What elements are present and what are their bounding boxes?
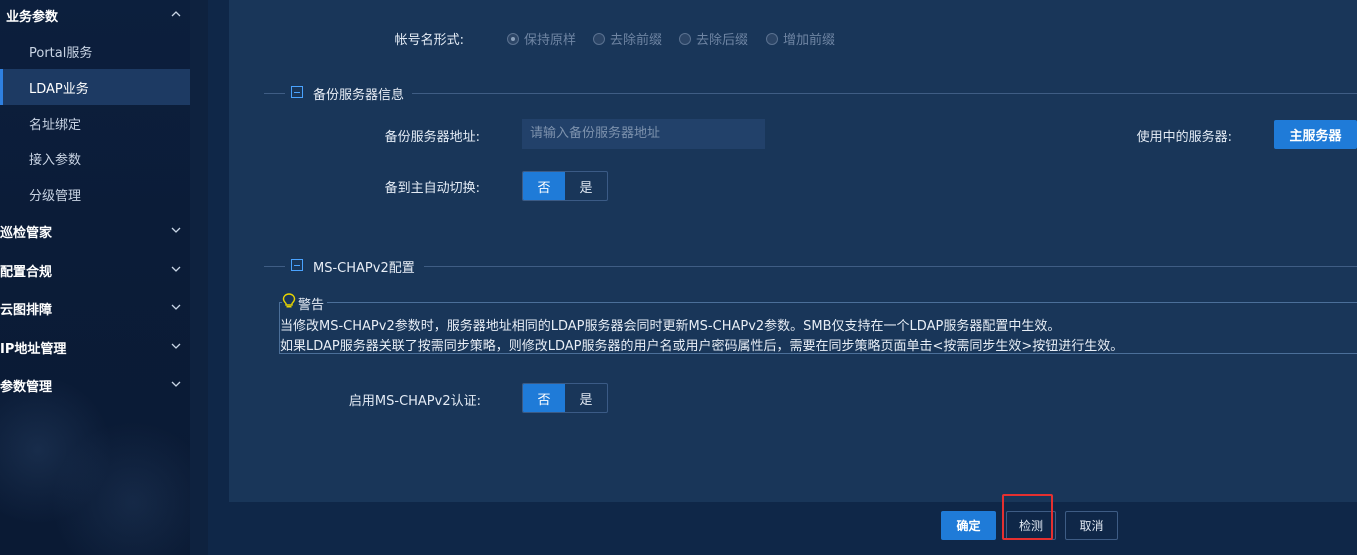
warning-line-1: 当修改MS-CHAPv2参数时，服务器地址相同的LDAP服务器会同时更新MS-C… [280, 319, 1061, 334]
divider [264, 93, 285, 94]
auto-switch-yes[interactable]: 是 [565, 172, 607, 200]
warning-title: 警告 [298, 297, 325, 313]
highlight-box [1002, 494, 1053, 540]
sidebar-item-label: 名址绑定 [29, 117, 82, 133]
radio-circle [593, 32, 605, 45]
divider [412, 93, 1357, 94]
lightbulb-icon [282, 293, 296, 313]
warning-header: 警告 [282, 293, 328, 313]
divider [264, 266, 285, 267]
auto-switch-no[interactable]: 否 [523, 172, 565, 200]
chevron-down-icon [170, 263, 182, 275]
sidebar-group-label: 巡检管家 [0, 225, 53, 241]
section-title: 备份服务器信息 [313, 88, 405, 103]
sidebar-group-param-management[interactable]: 参数管理 [0, 367, 190, 403]
mschap-enable-yes[interactable]: 是 [565, 384, 607, 412]
sidebar-group-cloud-troubleshoot[interactable]: 云图排障 [0, 290, 190, 326]
mschap-enable-label: 启用MS-CHAPv2认证: [348, 394, 481, 409]
auto-switch-label: 备到主自动切换: [384, 181, 480, 196]
backup-address-label: 备份服务器地址: [384, 130, 480, 145]
chevron-down-icon [170, 340, 182, 352]
sidebar-group-label: IP地址管理 [0, 341, 67, 357]
sidebar-group-config-compliance[interactable]: 配置合规 [0, 252, 190, 288]
mschap-enable-toggle: 否 是 [522, 383, 608, 413]
sidebar-group-label: 云图排障 [0, 302, 53, 318]
sidebar-group-ip-management[interactable]: IP地址管理 [0, 329, 190, 365]
sidebar-item-label: 接入参数 [29, 152, 82, 168]
mschap-enable-no[interactable]: 否 [523, 384, 565, 412]
sidebar-group-inspection[interactable]: 巡检管家 [0, 213, 190, 249]
sidebar-item-label: Portal服务 [29, 45, 93, 61]
collapse-icon[interactable] [291, 259, 303, 271]
ok-button[interactable]: 确定 [941, 511, 996, 540]
cancel-button[interactable]: 取消 [1065, 511, 1118, 540]
sidebar: 业务参数 Portal服务 LDAP业务 名址绑定 接入参数 分级管理 巡检管家… [0, 0, 190, 555]
sidebar-item-access-params[interactable]: 接入参数 [0, 140, 190, 176]
radio-circle [766, 32, 778, 45]
warning-box: 警告 当修改MS-CHAPv2参数时，服务器地址相同的LDAP服务器会同时更新M… [279, 293, 1357, 354]
sidebar-group-label: 配置合规 [0, 264, 53, 280]
sidebar-gutter [190, 0, 208, 555]
radio-keep-original[interactable]: 保持原样 [507, 29, 576, 48]
radio-remove-suffix[interactable]: 去除后缀 [679, 29, 748, 48]
sidebar-group-label: 参数管理 [0, 379, 53, 395]
warning-line-2: 如果LDAP服务器关联了按需同步策略，则修改LDAP服务器的用户名或用户密码属性… [280, 339, 1124, 354]
primary-server-button[interactable]: 主服务器 [1274, 120, 1357, 149]
chevron-up-icon [170, 8, 182, 20]
auto-switch-toggle: 否 是 [522, 171, 608, 201]
sidebar-item-ldap[interactable]: LDAP业务 [0, 69, 190, 105]
sidebar-item-address-binding[interactable]: 名址绑定 [0, 105, 190, 141]
radio-label: 增加前缀 [783, 33, 836, 48]
radio-label: 保持原样 [524, 33, 577, 48]
backup-address-input[interactable]: 请输入备份服务器地址 [522, 119, 765, 149]
chevron-down-icon [170, 224, 182, 236]
sidebar-group-business-params[interactable]: 业务参数 [0, 0, 190, 33]
mschap-section-header: MS-CHAPv2配置 [264, 257, 1357, 277]
form-panel [229, 0, 1357, 502]
sidebar-item-hierarchy[interactable]: 分级管理 [0, 176, 190, 212]
collapse-icon[interactable] [291, 86, 303, 98]
sidebar-item-portal[interactable]: Portal服务 [0, 33, 190, 69]
chevron-down-icon [170, 378, 182, 390]
divider [424, 266, 1357, 267]
radio-label: 去除后缀 [696, 33, 749, 48]
account-format-label: 帐号名形式: [394, 33, 464, 48]
sidebar-background-decoration [0, 380, 190, 555]
chevron-down-icon [170, 301, 182, 313]
radio-add-prefix[interactable]: 增加前缀 [766, 29, 835, 48]
section-title: MS-CHAPv2配置 [313, 261, 415, 276]
radio-circle [507, 32, 519, 45]
sidebar-item-label: LDAP业务 [29, 81, 89, 97]
server-in-use-label: 使用中的服务器: [1136, 130, 1232, 145]
sidebar-item-label: 分级管理 [29, 188, 82, 204]
backup-section-header: 备份服务器信息 [264, 84, 1357, 104]
radio-label: 去除前缀 [610, 33, 663, 48]
sidebar-group-label: 业务参数 [6, 9, 59, 25]
radio-circle [679, 32, 691, 45]
radio-remove-prefix[interactable]: 去除前缀 [593, 29, 662, 48]
